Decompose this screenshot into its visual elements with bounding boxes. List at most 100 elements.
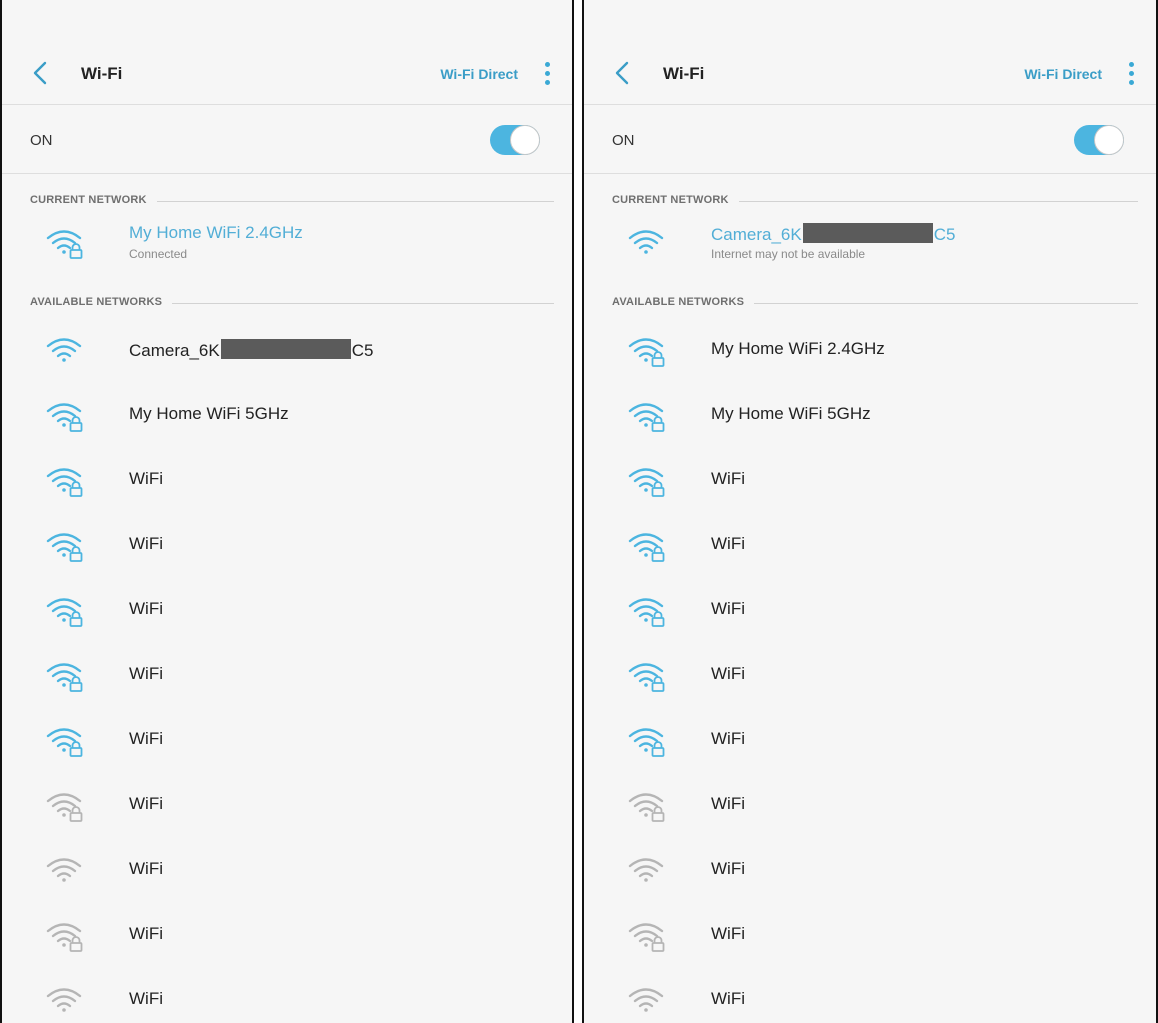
network-list-item[interactable]: WiFi xyxy=(2,836,572,901)
network-list-item[interactable]: WiFi xyxy=(584,901,1156,966)
network-name-prefix: WiFi xyxy=(711,664,745,683)
back-button[interactable] xyxy=(608,58,638,88)
current-network-item[interactable]: My Home WiFi 2.4GHz Connected xyxy=(2,214,572,276)
wifi-icon xyxy=(44,332,86,368)
network-name-prefix: WiFi xyxy=(129,859,163,878)
network-name: Camera_6K C5 xyxy=(711,223,955,245)
network-name: My Home WiFi 2.4GHz xyxy=(129,223,303,243)
wifi-settings-screen-right: Wi-Fi Wi-Fi Direct ON CURRENT NETWORK Camera… xyxy=(582,0,1158,1023)
wifi-toggle-row[interactable]: ON xyxy=(2,105,572,174)
network-name-prefix: WiFi xyxy=(711,729,745,748)
network-list-item[interactable]: WiFi xyxy=(584,446,1156,511)
network-name-prefix: Camera_6K xyxy=(129,341,220,360)
redaction-bar xyxy=(220,339,351,359)
wifi-toggle-switch[interactable] xyxy=(490,125,540,155)
network-list-item[interactable]: WiFi xyxy=(584,641,1156,706)
more-options-icon[interactable] xyxy=(540,60,554,88)
wifi-settings-screen-left: Wi-Fi Wi-Fi Direct ON CURRENT NETWORK My Hom… xyxy=(0,0,574,1023)
network-name-prefix: WiFi xyxy=(711,534,745,553)
network-name: My Home WiFi 5GHz xyxy=(129,404,289,424)
network-name: WiFi xyxy=(711,989,745,1009)
wifi-toggle-switch[interactable] xyxy=(1074,125,1124,155)
network-list-item[interactable]: WiFi xyxy=(2,511,572,576)
network-status: Internet may not be available xyxy=(711,247,866,261)
network-name-prefix: Camera_6K xyxy=(711,225,802,244)
network-list-item[interactable]: WiFi xyxy=(584,966,1156,1023)
status-bar xyxy=(584,0,1156,44)
network-name-prefix: WiFi xyxy=(129,664,163,683)
network-name: WiFi xyxy=(129,794,163,814)
wifi-secured-icon xyxy=(44,527,86,563)
network-list-item[interactable]: WiFi xyxy=(2,641,572,706)
network-list-item[interactable]: WiFi xyxy=(584,771,1156,836)
network-list-item[interactable]: WiFi xyxy=(2,706,572,771)
wifi-secured-icon xyxy=(44,722,86,758)
wifi-secured-icon xyxy=(626,657,668,693)
network-list-item[interactable]: WiFi xyxy=(2,901,572,966)
network-name: WiFi xyxy=(129,599,163,619)
network-name-prefix: WiFi xyxy=(129,924,163,943)
page-title: Wi-Fi xyxy=(81,64,123,83)
network-name-prefix: WiFi xyxy=(129,794,163,813)
wifi-secured-icon xyxy=(626,787,668,823)
back-arrow-icon xyxy=(26,58,56,88)
current-network-header: CURRENT NETWORK xyxy=(612,194,739,206)
network-list-item[interactable]: WiFi xyxy=(2,966,572,1023)
wifi-toggle-label: ON xyxy=(612,132,635,149)
network-name: Camera_6K C5 xyxy=(129,339,373,361)
wifi-secured-icon xyxy=(626,527,668,563)
network-list-item[interactable]: WiFi xyxy=(2,771,572,836)
network-name-prefix: WiFi xyxy=(711,859,745,878)
wifi-secured-icon xyxy=(44,787,86,823)
network-name: My Home WiFi 5GHz xyxy=(711,404,871,424)
available-networks-section: AVAILABLE NETWORKS xyxy=(2,292,572,316)
network-name-suffix: C5 xyxy=(933,225,956,244)
network-name: WiFi xyxy=(711,469,745,489)
wifi-icon xyxy=(626,224,668,260)
network-list-item[interactable]: WiFi xyxy=(584,706,1156,771)
wifi-toggle-row[interactable]: ON xyxy=(584,105,1156,174)
network-list-item[interactable]: WiFi xyxy=(584,576,1156,641)
network-name: WiFi xyxy=(129,469,163,489)
wifi-direct-button[interactable]: Wi-Fi Direct xyxy=(440,66,518,82)
current-network-header: CURRENT NETWORK xyxy=(30,194,157,206)
wifi-secured-icon xyxy=(44,224,86,260)
network-list-item[interactable]: WiFi xyxy=(584,836,1156,901)
network-name-prefix: WiFi xyxy=(711,599,745,618)
network-list-item[interactable]: My Home WiFi 5GHz xyxy=(2,381,572,446)
network-name-prefix: WiFi xyxy=(129,729,163,748)
wifi-icon xyxy=(44,852,86,888)
network-name-prefix: WiFi xyxy=(129,469,163,488)
network-name: WiFi xyxy=(129,989,163,1009)
network-name: WiFi xyxy=(129,534,163,554)
network-name-prefix: WiFi xyxy=(129,534,163,553)
network-list-item[interactable]: WiFi xyxy=(584,511,1156,576)
network-list-item[interactable]: Camera_6K C5 xyxy=(2,316,572,381)
toggle-knob xyxy=(1094,125,1124,155)
network-list-item[interactable]: My Home WiFi 5GHz xyxy=(584,381,1156,446)
current-network-item[interactable]: Camera_6K C5 Internet may not be available xyxy=(584,214,1156,276)
more-options-icon[interactable] xyxy=(1124,60,1138,88)
back-button[interactable] xyxy=(26,58,56,88)
redaction-bar xyxy=(802,223,933,243)
wifi-secured-icon xyxy=(626,722,668,758)
network-status: Connected xyxy=(129,247,188,261)
network-name: WiFi xyxy=(129,859,163,879)
wifi-secured-icon xyxy=(44,592,86,628)
network-name: WiFi xyxy=(711,534,745,554)
network-list-item[interactable]: WiFi xyxy=(2,446,572,511)
network-name-prefix: WiFi xyxy=(129,599,163,618)
wifi-toggle-label: ON xyxy=(30,132,53,149)
wifi-secured-icon xyxy=(44,462,86,498)
network-name-prefix: WiFi xyxy=(711,989,745,1008)
network-name: WiFi xyxy=(129,729,163,749)
network-name-prefix: My Home WiFi 5GHz xyxy=(129,404,289,423)
network-name: WiFi xyxy=(711,664,745,684)
wifi-direct-button[interactable]: Wi-Fi Direct xyxy=(1024,66,1102,82)
network-name: WiFi xyxy=(711,729,745,749)
toggle-knob xyxy=(510,125,540,155)
network-list-item[interactable]: WiFi xyxy=(2,576,572,641)
network-list-item[interactable]: My Home WiFi 2.4GHz xyxy=(584,316,1156,381)
status-bar xyxy=(2,0,572,44)
available-networks-header: AVAILABLE NETWORKS xyxy=(612,296,755,308)
